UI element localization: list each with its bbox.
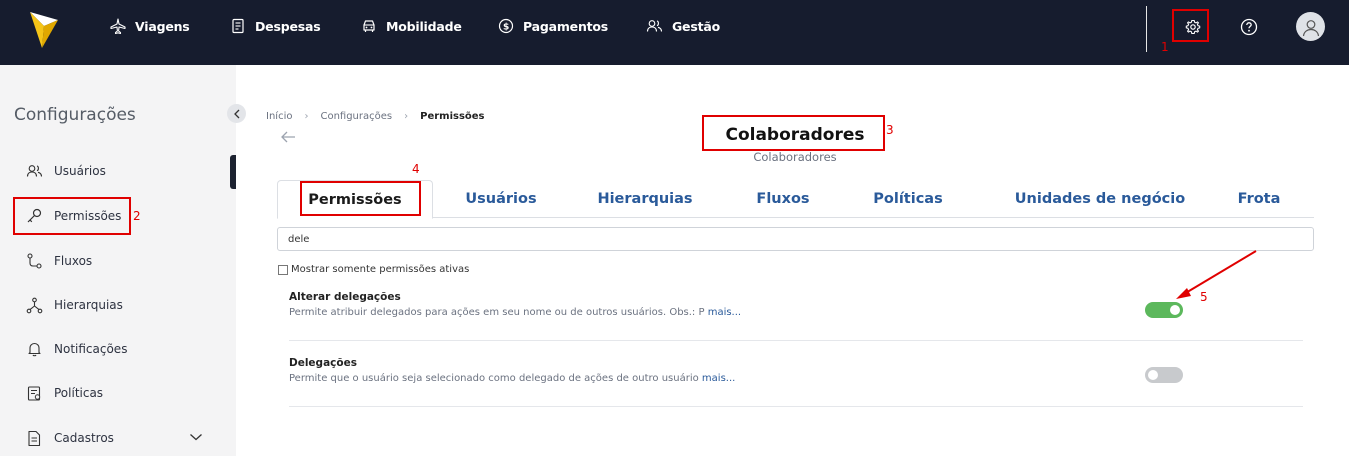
more-link[interactable]: mais... (708, 307, 741, 318)
hierarchy-icon (26, 297, 43, 313)
breadcrumb-separator-icon: › (404, 111, 409, 122)
annotation-box-title (702, 115, 885, 151)
active-only-checkbox[interactable] (278, 264, 288, 275)
permission-title: Alterar delegações (289, 291, 401, 303)
search-input[interactable] (277, 227, 1314, 251)
annotation-number: 2 (133, 209, 141, 223)
nav-label: Despesas (255, 18, 321, 34)
nav-label: Pagamentos (523, 18, 609, 34)
toggle-knob (1148, 370, 1158, 380)
nav-gestao[interactable]: Gestão (646, 0, 720, 52)
sidebar-collapse-button[interactable] (227, 104, 246, 123)
annotation-number: 5 (1200, 290, 1208, 304)
users-icon (646, 20, 663, 32)
nav-pagamentos[interactable]: $ Pagamentos (498, 0, 608, 52)
tab-bar: Permissões Usuários Hierarquias Fluxos P… (277, 180, 1314, 219)
row-divider (289, 406, 1303, 407)
nav-label: Mobilidade (386, 18, 462, 34)
help-button[interactable] (1236, 14, 1262, 40)
annotation-number: 1 (1161, 40, 1169, 54)
active-only-label: Mostrar somente permissões ativas (291, 264, 470, 275)
active-indicator (230, 155, 236, 189)
tab-frota[interactable]: Frota (1227, 180, 1291, 218)
receipt-icon (232, 18, 244, 34)
tab-usuarios[interactable]: Usuários (447, 180, 555, 218)
permission-description-text: Permite atribuir delegados para ações em… (289, 307, 705, 318)
sidebar-title: Configurações (14, 105, 136, 125)
tab-unidades-de-negocio[interactable]: Unidades de negócio (989, 180, 1211, 218)
tab-hierarquias[interactable]: Hierarquias (583, 180, 707, 218)
permission-description-text: Permite que o usuário seja selecionado c… (289, 373, 699, 384)
flow-icon (27, 253, 42, 269)
permission-description: Permite que o usuário seja selecionado c… (289, 373, 735, 384)
avatar[interactable] (1296, 12, 1325, 41)
nav-mobilidade[interactable]: Mobilidade (361, 0, 462, 52)
row-divider (289, 340, 1303, 341)
nav-viagens[interactable]: Viagens (110, 0, 190, 52)
toggle-delegacoes[interactable] (1145, 367, 1183, 383)
breadcrumb-inicio[interactable]: Início (266, 111, 292, 122)
breadcrumb-separator-icon: › (304, 111, 309, 122)
sidebar-item-hierarquias[interactable]: Hierarquias (26, 294, 123, 316)
annotation-number: 4 (412, 162, 420, 176)
users-icon (26, 165, 43, 177)
tab-politicas[interactable]: Políticas (855, 180, 961, 218)
sidebar-item-usuarios[interactable]: Usuários (26, 160, 106, 182)
tab-fluxos[interactable]: Fluxos (737, 180, 829, 218)
more-link[interactable]: mais... (702, 373, 735, 384)
help-icon (1240, 18, 1258, 36)
permission-title: Delegações (289, 357, 357, 369)
nav-label: Gestão (672, 18, 720, 34)
bell-icon (28, 342, 41, 357)
sidebar-item-label: Notificações (54, 342, 128, 356)
dollar-circle-icon: $ (498, 18, 514, 34)
annotation-box-permissoes (13, 197, 131, 235)
chevron-down-icon[interactable] (189, 432, 203, 442)
sidebar-item-label: Fluxos (54, 254, 93, 268)
annotation-box-tab (300, 181, 421, 216)
breadcrumb-current: Permissões (420, 111, 485, 122)
sidebar-item-label: Políticas (54, 386, 104, 400)
car-icon (363, 20, 375, 32)
avatar-icon (1302, 19, 1319, 36)
annotation-box-settings (1172, 9, 1209, 42)
permission-description: Permite atribuir delegados para ações em… (289, 307, 741, 318)
page-subtitle: Colaboradores (753, 150, 837, 164)
active-only-filter[interactable]: Mostrar somente permissões ativas (278, 264, 469, 275)
annotation-arrow-icon (1176, 250, 1257, 299)
sidebar-item-label: Hierarquias (54, 298, 123, 312)
annotation-number: 3 (886, 123, 894, 137)
nav-label: Viagens (135, 18, 190, 34)
airplane-icon (110, 18, 126, 34)
topbar-divider (1146, 6, 1147, 52)
breadcrumb-configuracoes[interactable]: Configurações (320, 111, 392, 122)
sidebar-item-fluxos[interactable]: Fluxos (26, 250, 92, 272)
sidebar-item-notificacoes[interactable]: Notificações (26, 338, 127, 360)
chevron-left-icon (233, 109, 239, 118)
sidebar-item-label: Usuários (54, 164, 106, 178)
document-icon (28, 430, 41, 446)
back-arrow-icon[interactable] (280, 130, 296, 144)
policy-icon (27, 385, 41, 401)
nav-despesas[interactable]: Despesas (230, 0, 321, 52)
sidebar-item-politicas[interactable]: Políticas (26, 382, 103, 404)
sidebar-item-label: Cadastros (54, 431, 114, 445)
top-navigation-bar: Viagens Despesas Mobilidade $ Pagamentos… (0, 0, 1349, 65)
breadcrumb: Início › Configurações › Permissões (266, 111, 485, 122)
logo-icon[interactable] (30, 12, 58, 48)
sidebar-item-cadastros[interactable]: Cadastros (26, 427, 114, 449)
svg-text:$: $ (503, 23, 509, 33)
